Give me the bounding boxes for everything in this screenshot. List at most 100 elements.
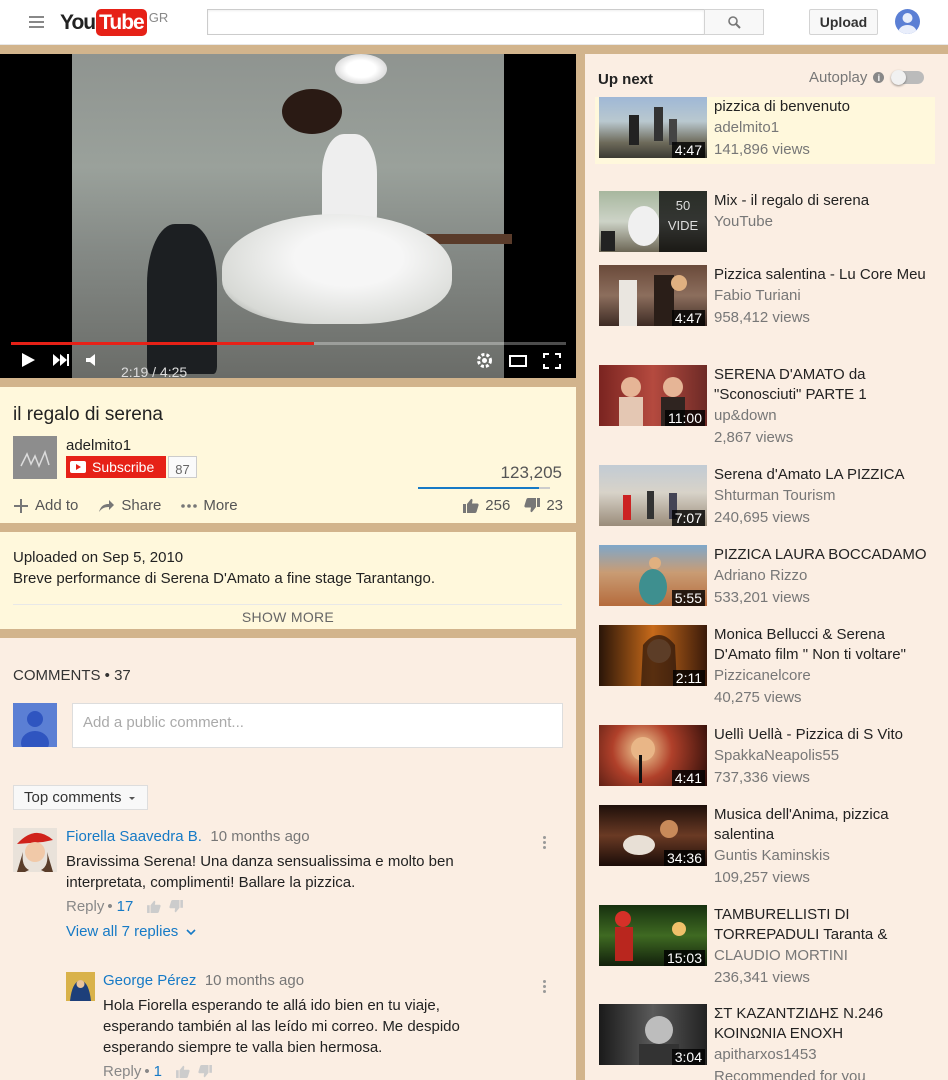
description-panel: Uploaded on Sep 5, 2010 Breve performanc… [0, 532, 576, 629]
related-video[interactable]: 50 VIDE Mix - il regalo di serena YouTub… [595, 191, 935, 258]
comment-menu-icon[interactable] [543, 980, 546, 995]
settings-gear-icon[interactable] [476, 352, 493, 369]
related-video-title[interactable]: ΣΤ ΚΑΖΑΝΤΖΙΔΗΣ Ν.246 ΚΟΙΝΩΝΙΑ ΕΝΟΧΗ [714, 1004, 934, 1044]
subscriber-count: 87 [168, 456, 197, 478]
info-icon[interactable]: i [873, 72, 885, 83]
reply-button[interactable]: Reply [66, 898, 104, 915]
thumbs-down-icon[interactable] [169, 900, 184, 913]
related-video[interactable]: 3:04 ΣΤ ΚΑΖΑΝΤΖΙΔΗΣ Ν.246 ΚΟΙΝΩΝΙΑ ΕΝΟΧΗ… [595, 1004, 935, 1080]
upload-button[interactable]: Upload [809, 9, 878, 35]
comment-author[interactable]: George Pérez [103, 972, 196, 989]
add-to-button[interactable]: Add to [13, 497, 78, 514]
related-video-channel: adelmito1 [714, 119, 780, 136]
video-thumbnail[interactable]: 50 VIDE [599, 191, 707, 252]
commenter-avatar[interactable] [13, 828, 57, 872]
related-video-title[interactable]: Uellì Uellà - Pizzica di S Vito [714, 725, 934, 745]
comment-body: Fiorella Saavedra B. 10 months ago Bravi… [66, 828, 556, 940]
video-thumbnail[interactable]: 34:36 [599, 805, 707, 866]
related-video-info: Musica dell'Anima, pizzica salentina Gun… [714, 805, 934, 889]
autoplay-toggle[interactable] [891, 70, 925, 85]
related-video[interactable]: 11:00 SERENA D'AMATO da "Sconosciuti" PA… [595, 365, 935, 457]
related-video[interactable]: 7:07 Serena d'Amato LA PIZZICA Shturman … [595, 465, 935, 537]
play-icon[interactable] [20, 352, 36, 368]
related-video-title[interactable]: PIZZICA LAURA BOCCADAMO [714, 545, 934, 565]
comment-time[interactable]: 10 months ago [205, 972, 304, 989]
view-replies-link[interactable]: View all 7 replies [66, 923, 556, 940]
related-video[interactable]: 34:36 Musica dell'Anima, pizzica salenti… [595, 805, 935, 897]
video-thumbnail[interactable]: 3:04 [599, 1004, 707, 1065]
channel-avatar[interactable] [13, 436, 57, 479]
up-next-label: Up next [598, 71, 654, 88]
fullscreen-icon[interactable] [543, 352, 561, 369]
related-video-title[interactable]: Pizzica salentina - Lu Core Meu [714, 265, 934, 285]
video-thumbnail[interactable]: 2:11 [599, 625, 707, 686]
theater-mode-icon[interactable] [509, 354, 527, 368]
next-icon[interactable] [52, 353, 70, 367]
video-player[interactable]: 2:19 / 4:25 [0, 54, 576, 378]
chevron-down-icon [186, 929, 197, 936]
related-video-title[interactable]: Serena d'Amato LA PIZZICA [714, 465, 934, 485]
logo-tube: Tube [96, 9, 147, 36]
reply-button[interactable]: Reply [103, 1063, 141, 1080]
channel-name[interactable]: adelmito1 [66, 437, 131, 454]
video-thumbnail[interactable]: 4:41 [599, 725, 707, 786]
youtube-logo[interactable]: You Tube GR [60, 9, 168, 36]
video-seated-person [147, 224, 217, 374]
sort-comments-dropdown[interactable]: Top comments [13, 785, 148, 810]
related-video[interactable]: 5:55 PIZZICA LAURA BOCCADAMO Adriano Riz… [595, 545, 935, 617]
account-avatar[interactable] [895, 9, 920, 34]
related-video[interactable]: 4:47 Pizzica salentina - Lu Core Meu Fab… [595, 265, 935, 357]
comments-panel: COMMENTS • 37 Add a public comment... To… [0, 638, 576, 1080]
video-duration: 7:07 [671, 510, 705, 526]
show-more-button[interactable]: SHOW MORE [0, 609, 576, 625]
thumbs-down-icon[interactable] [198, 1065, 212, 1078]
my-avatar [13, 703, 57, 755]
more-label: More [203, 497, 238, 514]
related-video-title[interactable]: pizzica di benvenuto [714, 97, 934, 117]
related-video[interactable]: 4:47 pizzica di benvenuto adelmito1 141,… [595, 97, 935, 164]
thumbs-up-icon[interactable] [147, 900, 161, 913]
related-video-views: 737,336 views [714, 769, 810, 786]
description-divider [13, 604, 562, 605]
video-duration: 5:55 [671, 590, 705, 606]
video-thumbnail[interactable]: 11:00 [599, 365, 707, 426]
video-thumbnail[interactable]: 15:03 [599, 905, 707, 966]
comment-body: George Pérez 10 months ago Hola Fiorella… [103, 972, 543, 1080]
search-button[interactable] [704, 9, 764, 35]
commenter-avatar[interactable] [66, 972, 95, 1001]
comment-input[interactable]: Add a public comment... [72, 703, 563, 748]
comment-time[interactable]: 10 months ago [210, 828, 309, 845]
related-video-title[interactable]: TAMBURELLISTI DI TORREPADULI Taranta & [714, 905, 934, 945]
related-video-title[interactable]: Mix - il regalo di serena [714, 191, 934, 211]
related-video-title[interactable]: SERENA D'AMATO da "Sconosciuti" PARTE 1 [714, 365, 934, 405]
video-thumbnail[interactable]: 5:55 [599, 545, 707, 606]
comment-author[interactable]: Fiorella Saavedra B. [66, 828, 202, 845]
description-text: Breve performance di Serena D'Amato a fi… [13, 570, 435, 587]
progress-bar[interactable] [11, 342, 566, 345]
video-thumbnail[interactable]: 4:47 [599, 265, 707, 326]
comment-menu-icon[interactable] [543, 836, 546, 851]
volume-icon[interactable] [86, 353, 98, 367]
related-video[interactable]: 4:41 Uellì Uellà - Pizzica di S Vito Spa… [595, 725, 935, 797]
menu-icon[interactable] [29, 16, 44, 28]
related-video[interactable]: 2:11 Monica Bellucci & Serena D'Amato fi… [595, 625, 935, 717]
like-dislike-row: 256 23 [449, 497, 563, 514]
related-video-title[interactable]: Monica Bellucci & Serena D'Amato film " … [714, 625, 934, 665]
share-button[interactable]: Share [98, 497, 161, 514]
thumbs-up-icon [463, 498, 479, 513]
dislike-button[interactable]: 23 [524, 497, 563, 514]
thumbs-up-icon[interactable] [176, 1065, 190, 1078]
related-video-views: 240,695 views [714, 509, 810, 526]
video-thumbnail[interactable]: 4:47 [599, 97, 707, 158]
sentiment-bar [418, 487, 550, 489]
search-input[interactable] [207, 9, 705, 35]
caret-down-icon [128, 796, 135, 800]
subscribe-button[interactable]: Subscribe [66, 456, 166, 478]
related-video[interactable]: 15:03 TAMBURELLISTI DI TORREPADULI Taran… [595, 905, 935, 997]
upload-date: Uploaded on Sep 5, 2010 [13, 549, 184, 566]
related-video-title[interactable]: Musica dell'Anima, pizzica salentina [714, 805, 934, 845]
video-thumbnail[interactable]: 7:07 [599, 465, 707, 526]
like-button[interactable]: 256 [463, 497, 510, 514]
comment-text-line: esperando también al las leído mi correo… [103, 1018, 460, 1035]
more-button[interactable]: More [181, 497, 238, 514]
